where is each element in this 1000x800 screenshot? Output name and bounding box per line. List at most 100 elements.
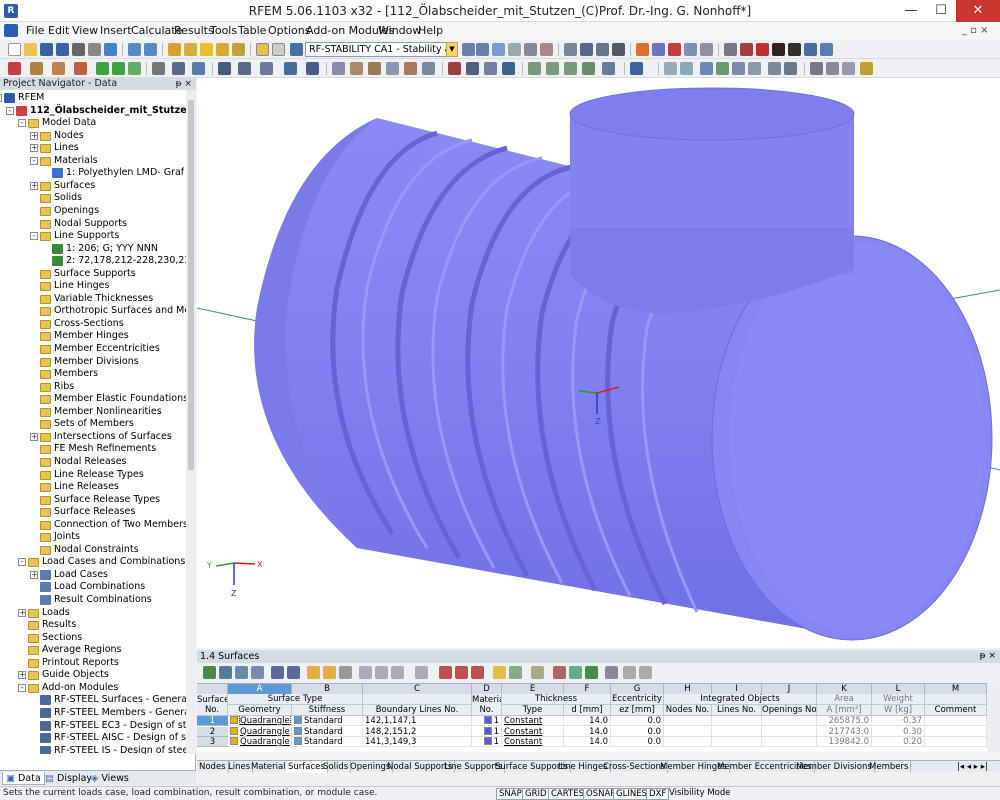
image-icon[interactable] bbox=[842, 62, 855, 75]
table-cell-stiffness[interactable]: Standard bbox=[292, 716, 363, 726]
table-cell[interactable] bbox=[664, 737, 712, 747]
delete-row-icon[interactable] bbox=[439, 666, 452, 679]
side-view-icon[interactable] bbox=[596, 43, 609, 56]
menu-file[interactable]: File bbox=[26, 24, 44, 37]
table-tool-icon[interactable] bbox=[585, 666, 598, 679]
loadcase-icon[interactable] bbox=[290, 43, 303, 56]
tree-item[interactable]: + Nodes bbox=[0, 130, 186, 143]
select-icon[interactable] bbox=[636, 43, 649, 56]
result-values-icon[interactable] bbox=[492, 43, 505, 56]
expand-icon[interactable]: + bbox=[30, 144, 38, 153]
table-cell[interactable] bbox=[925, 737, 987, 747]
zoom-icon[interactable] bbox=[448, 62, 461, 75]
minimize-button[interactable]: — bbox=[896, 0, 926, 22]
table-cell-boundary[interactable]: 142,1,147,1 bbox=[363, 716, 472, 726]
table-cell-stiffness[interactable]: Standard bbox=[292, 737, 363, 747]
table-cell-geometry[interactable]: Quadrangle bbox=[228, 737, 292, 747]
table-cell-type[interactable]: Constant bbox=[502, 737, 564, 747]
scroll-thumb[interactable] bbox=[188, 100, 194, 470]
tree-item[interactable]: Ribs bbox=[0, 381, 186, 394]
menu-table[interactable]: Table bbox=[238, 24, 266, 37]
excel-icon[interactable] bbox=[569, 666, 582, 679]
sheet-tab[interactable]: Solids bbox=[321, 761, 352, 773]
col-letter[interactable]: F bbox=[564, 684, 611, 694]
table-tool-icon[interactable] bbox=[359, 666, 372, 679]
table-tool-icon[interactable] bbox=[509, 666, 522, 679]
collapse-icon[interactable]: - bbox=[18, 683, 26, 692]
tree-item[interactable]: 2: 72,178,212-228,230,231; G; bbox=[0, 255, 186, 268]
table-cell[interactable] bbox=[712, 716, 762, 726]
table-cell[interactable] bbox=[925, 716, 987, 726]
menu-tools[interactable]: Tools bbox=[210, 24, 237, 37]
filter2-icon[interactable] bbox=[323, 666, 336, 679]
divide-icon[interactable] bbox=[218, 62, 231, 75]
next-icon[interactable] bbox=[476, 43, 489, 56]
table-tool-icon[interactable] bbox=[235, 666, 248, 679]
menu-window[interactable]: Window bbox=[378, 24, 421, 37]
measure-icon[interactable] bbox=[724, 43, 737, 56]
tree-item[interactable]: Member Hinges bbox=[0, 330, 186, 343]
tree-item[interactable]: + Guide Objects bbox=[0, 669, 186, 682]
table-cell-area[interactable]: 217743.0 bbox=[817, 726, 872, 737]
tree-item[interactable]: Openings bbox=[0, 205, 186, 218]
table-tool-icon[interactable] bbox=[219, 666, 232, 679]
sheet-tab[interactable]: Nodes bbox=[197, 761, 229, 773]
table-cell[interactable] bbox=[762, 737, 817, 747]
move-icon[interactable] bbox=[152, 62, 165, 75]
z-axis-icon[interactable] bbox=[564, 62, 577, 75]
collapse-icon[interactable]: - bbox=[30, 232, 38, 241]
save-all-icon[interactable] bbox=[56, 43, 69, 56]
sheet-nav-arrows[interactable]: |◂ ◂ ▸ ▸| bbox=[955, 761, 990, 773]
tree-item[interactable]: Member Nonlinearities bbox=[0, 406, 186, 419]
col-letter[interactable]: J bbox=[762, 684, 817, 694]
tree-item[interactable]: Connection of Two Members bbox=[0, 519, 186, 532]
table-tool-icon[interactable] bbox=[471, 666, 484, 679]
mirror-icon[interactable] bbox=[192, 62, 205, 75]
solid-icon[interactable] bbox=[700, 43, 713, 56]
member-icon[interactable] bbox=[52, 62, 65, 75]
table-cell-type[interactable]: Constant bbox=[502, 716, 564, 726]
table-cell[interactable] bbox=[712, 726, 762, 737]
table-cell-ez[interactable]: 0.0 bbox=[611, 726, 664, 737]
expand-icon[interactable]: + bbox=[30, 432, 38, 441]
glines-toggle[interactable]: GLINES bbox=[613, 788, 650, 800]
tree-item[interactable]: Nodal Releases bbox=[0, 456, 186, 469]
tree-item[interactable]: Line Release Types bbox=[0, 469, 186, 482]
menu-help[interactable]: Help bbox=[418, 24, 443, 37]
collapse-icon[interactable]: - bbox=[30, 156, 38, 165]
tree-item[interactable]: Surface Supports bbox=[0, 268, 186, 281]
zoom-window-icon[interactable] bbox=[502, 62, 515, 75]
pan-icon[interactable] bbox=[484, 62, 497, 75]
loadcase-combo[interactable]: RF-STABILITY CA1 - Stability analysis bbox=[305, 42, 454, 57]
tree-item[interactable]: Line Hinges bbox=[0, 280, 186, 293]
menu-insert[interactable]: Insert bbox=[100, 24, 132, 37]
table-cell[interactable] bbox=[762, 716, 817, 726]
expand-icon[interactable]: + bbox=[30, 131, 38, 140]
visibility-icon[interactable] bbox=[716, 62, 729, 75]
table-cell[interactable] bbox=[664, 726, 712, 737]
table-tool-icon[interactable] bbox=[251, 666, 264, 679]
expand-icon[interactable]: + bbox=[18, 671, 26, 680]
row-number[interactable]: 3 bbox=[197, 737, 228, 747]
table-cell-material[interactable]: 1 bbox=[472, 716, 502, 726]
collapse-icon[interactable]: - bbox=[18, 119, 26, 128]
group-icon[interactable] bbox=[748, 62, 761, 75]
menu-view[interactable]: View bbox=[72, 24, 98, 37]
col-letter[interactable]: D bbox=[472, 684, 502, 694]
menu-edit[interactable]: Edit bbox=[48, 24, 69, 37]
save-icon[interactable] bbox=[40, 43, 53, 56]
visibility-mode[interactable]: Visibility Mode bbox=[667, 788, 732, 800]
insert-row-icon[interactable] bbox=[455, 666, 468, 679]
prev-table-icon[interactable] bbox=[271, 666, 284, 679]
sphere-icon[interactable] bbox=[630, 62, 643, 75]
tree-item[interactable]: RF-STEEL EC3 - Design of steel m bbox=[0, 720, 186, 733]
results-icon[interactable] bbox=[216, 43, 229, 56]
grid-icon[interactable] bbox=[350, 62, 363, 75]
sheet-tab[interactable]: Members bbox=[867, 761, 912, 773]
tree-item[interactable]: - 112_Ölabscheider_mit_Stutzen_(C)Pro bbox=[0, 105, 186, 118]
col-letter[interactable]: H bbox=[664, 684, 712, 694]
deformation-icon[interactable] bbox=[508, 43, 521, 56]
tree-item[interactable]: RF-STEEL Surfaces - General stre bbox=[0, 694, 186, 707]
menu-options[interactable]: Options bbox=[268, 24, 310, 37]
col-letter[interactable]: K bbox=[817, 684, 872, 694]
